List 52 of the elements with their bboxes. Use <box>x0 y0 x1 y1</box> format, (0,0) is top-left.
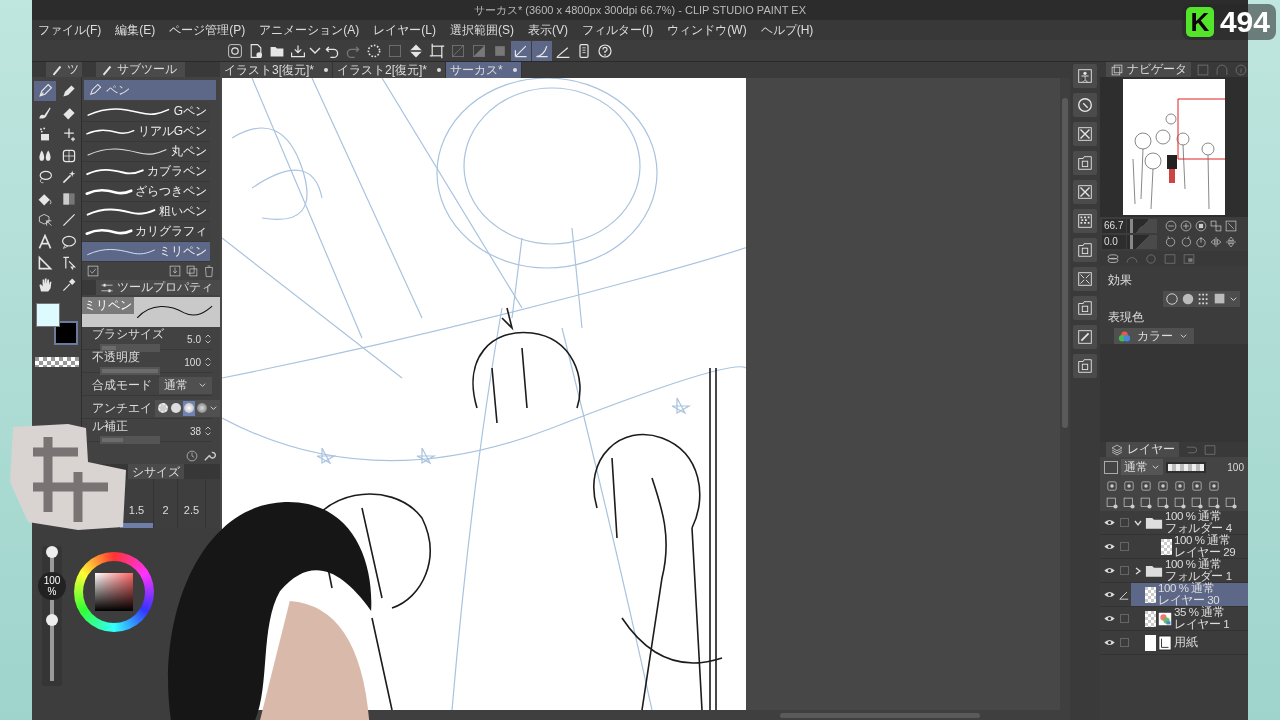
subtool-group[interactable]: ペン <box>84 80 216 100</box>
panel-tab[interactable]: サブツール <box>96 62 185 77</box>
property-value[interactable]: 5.0 <box>187 333 201 345</box>
opacity-badge: 100 % <box>38 572 66 600</box>
menu-item[interactable]: ヘルプ(H) <box>760 21 814 39</box>
panel-tab[interactable]: ツールプロパティ <box>96 280 221 295</box>
menu-item[interactable]: アニメーション(A) <box>259 21 360 39</box>
panel-tab[interactable]: レイヤー <box>1106 442 1179 457</box>
property-label: アンチエイ <box>92 399 152 417</box>
layer-item[interactable]: 100 % 通常 レイヤー 29 <box>1131 535 1248 558</box>
subtool-item[interactable]: 丸ペン <box>82 142 210 162</box>
opacity-value[interactable]: 100 <box>1227 461 1244 473</box>
menu-item[interactable]: レイヤー(L) <box>373 21 436 39</box>
layer-item[interactable]: 100 % 通常 フォルダー 1 <box>1131 559 1248 582</box>
rotation-field[interactable]: 0.0 <box>1102 235 1126 250</box>
menu-item[interactable]: フィルター(I) <box>582 21 654 39</box>
subtool-item[interactable]: ミリペン <box>82 242 210 262</box>
property-label: 不透明度 <box>92 349 141 366</box>
viewer-count: 494 <box>1219 6 1270 38</box>
blend-mode-dropdown[interactable]: 通常 <box>159 376 212 394</box>
document-tab[interactable]: イラスト2[復元]* <box>333 62 447 78</box>
blend-mode-dropdown[interactable]: 通常 <box>1121 459 1163 475</box>
property-label: ブラシサイズ <box>92 326 165 343</box>
menu-item[interactable]: 選択範囲(S) <box>450 21 514 39</box>
subtool-item[interactable]: カリグラフィ <box>82 222 210 242</box>
panel-tab[interactable]: シサイズ <box>128 464 184 479</box>
property-label: 合成モード <box>92 376 152 394</box>
section-label: 効果 <box>1108 272 1133 289</box>
menu-item[interactable]: 表示(V) <box>528 21 568 39</box>
section-label: 表現色 <box>1108 309 1145 326</box>
zoom-field[interactable]: 66.7 <box>1102 218 1126 233</box>
layer-item[interactable]: 35 % 通常 レイヤー 1 <box>1131 607 1248 630</box>
panel-tab[interactable]: ツ <box>46 62 83 77</box>
subtool-item[interactable]: 粗いペン <box>82 202 210 222</box>
menu-item[interactable]: ウィンドウ(W) <box>667 21 747 39</box>
document-tab[interactable]: イラスト3[復元]* <box>220 62 333 78</box>
subtool-item[interactable]: ざらつきペン <box>82 182 210 202</box>
layer-item[interactable]: 100 % 通常 レイヤー 30 <box>1131 583 1248 606</box>
subtool-item[interactable]: カブラペン <box>82 162 210 182</box>
property-value[interactable]: 100 <box>184 356 201 368</box>
layer-item[interactable]: 100 % 通常 フォルダー 4 <box>1131 511 1248 534</box>
window-title: サーカス* (3600 x 4800px 300dpi 66.7%) - CLIP STUDIO PAINT EX <box>474 2 806 18</box>
menu-item[interactable]: ページ管理(P) <box>169 21 246 39</box>
menu-item[interactable]: ファイル(F) <box>38 21 102 39</box>
property-label: ル補正 <box>92 418 129 435</box>
logo: K <box>1185 7 1214 37</box>
property-value[interactable]: 38 <box>189 425 201 437</box>
menu-item[interactable]: 編集(E) <box>115 21 156 39</box>
layer-item[interactable]: 用紙 <box>1131 631 1248 654</box>
panel-tab[interactable]: ナビゲータ <box>1106 62 1191 77</box>
preview-label: ミリペン <box>82 297 134 314</box>
document-tab[interactable]: サーカス* <box>446 62 522 78</box>
